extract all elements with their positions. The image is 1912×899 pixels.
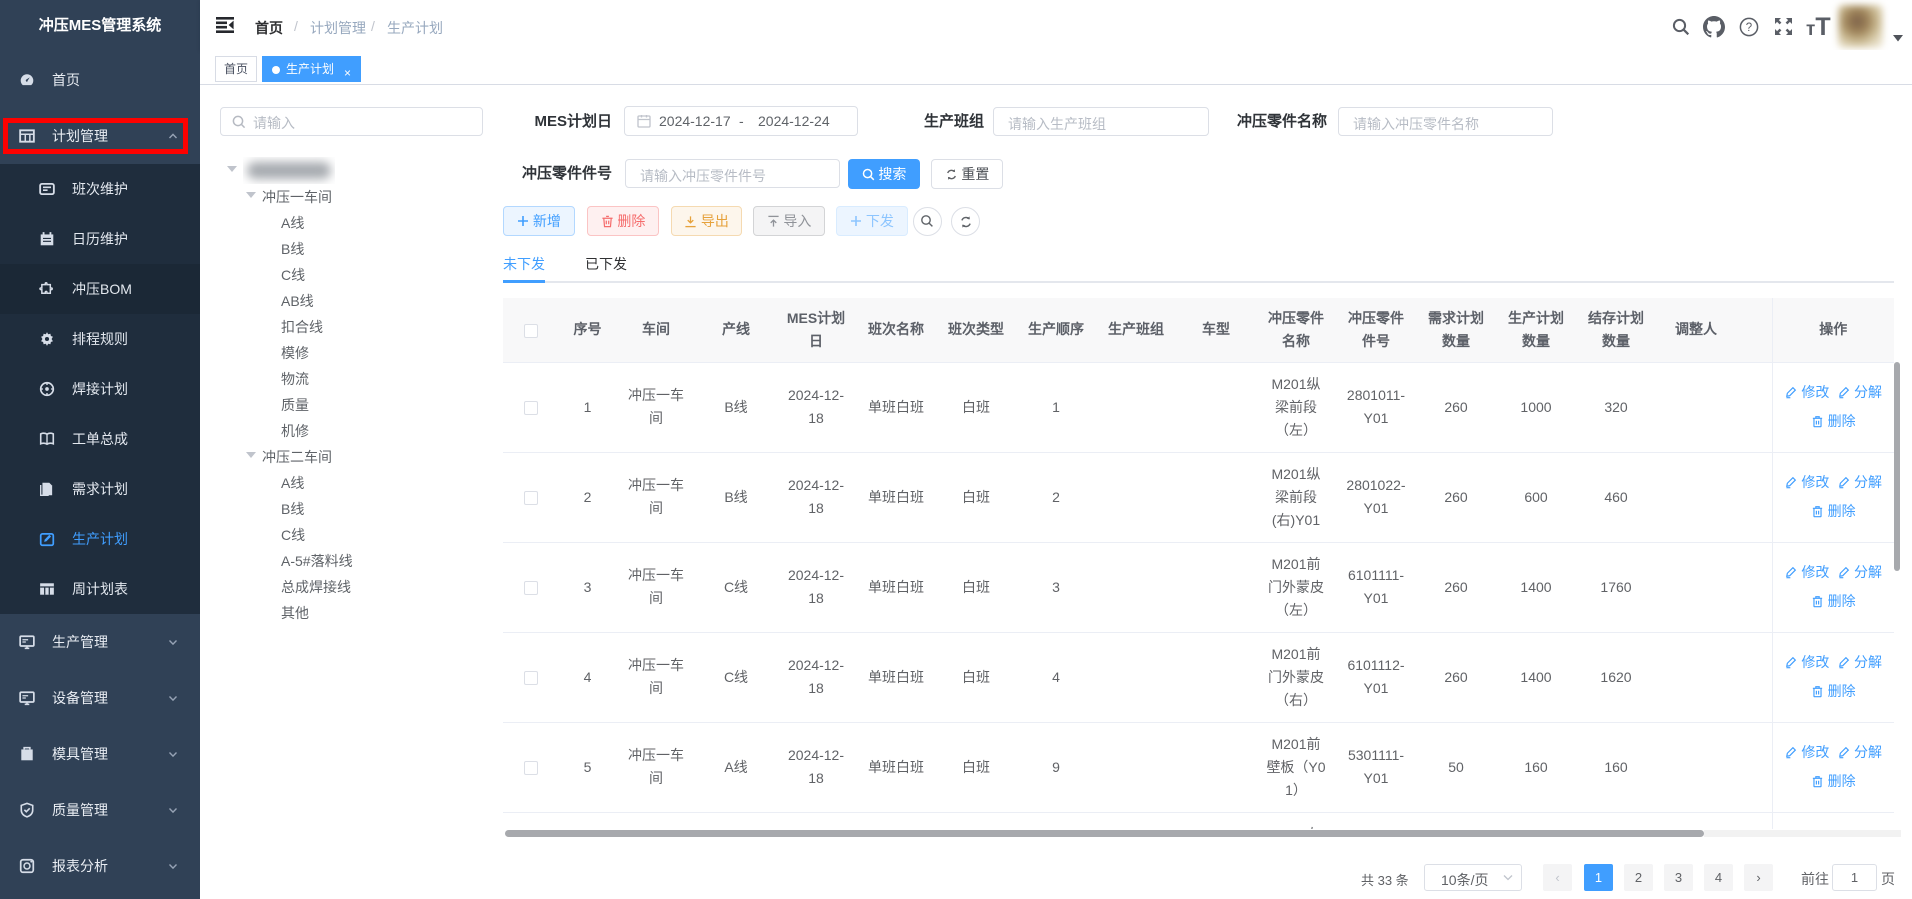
svg-text:?: ? bbox=[1746, 22, 1752, 34]
